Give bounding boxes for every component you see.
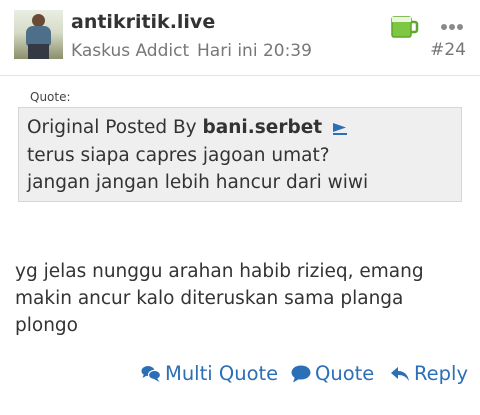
username-link[interactable]: antikritik.live xyxy=(71,11,215,33)
avatar-body xyxy=(26,26,51,46)
multi-quote-label: Multi Quote xyxy=(165,362,279,385)
quote-label: Quote: xyxy=(30,90,71,104)
reply-button[interactable]: Reply xyxy=(390,362,468,385)
quote-author[interactable]: bani.serbet xyxy=(203,117,323,138)
user-avatar[interactable] xyxy=(14,10,63,59)
avatar-legs xyxy=(28,44,49,59)
multi-quote-bubbles-icon xyxy=(141,366,162,382)
quote-line: terus siapa capres jagoan umat? xyxy=(27,145,330,166)
post-message: yg jelas nunggu arahan habib rizieq, ema… xyxy=(15,261,424,336)
user-rank: Kaskus Addict xyxy=(71,41,190,61)
goto-post-arrow-icon[interactable] xyxy=(332,121,348,135)
reply-arrow-icon xyxy=(391,367,409,381)
more-dots-icon[interactable] xyxy=(440,23,464,31)
header-divider xyxy=(0,75,480,76)
quote-line: jangan jangan lebih hancur dari wiwi xyxy=(27,172,369,193)
quote-attribution: Original Posted By bani.serbet xyxy=(27,117,348,138)
reply-label: Reply xyxy=(414,362,469,385)
beer-mug-icon xyxy=(391,16,419,38)
post-number[interactable]: #24 xyxy=(430,40,466,60)
multi-quote-button[interactable]: Multi Quote xyxy=(141,362,278,385)
quote-prefix: Original Posted By xyxy=(27,117,203,138)
quote-label: Quote xyxy=(315,362,375,385)
post-header: antikritik.live Kaskus Addict Hari ini 2… xyxy=(0,0,480,76)
quote-button[interactable]: Quote xyxy=(291,362,374,385)
quote-bubble-icon xyxy=(291,365,311,383)
quote-box: Original Posted By bani.serbet terus sia… xyxy=(18,107,462,202)
post-timestamp: Hari ini 20:39 xyxy=(197,41,312,61)
post-actions: Multi Quote Quote Reply xyxy=(0,362,480,392)
